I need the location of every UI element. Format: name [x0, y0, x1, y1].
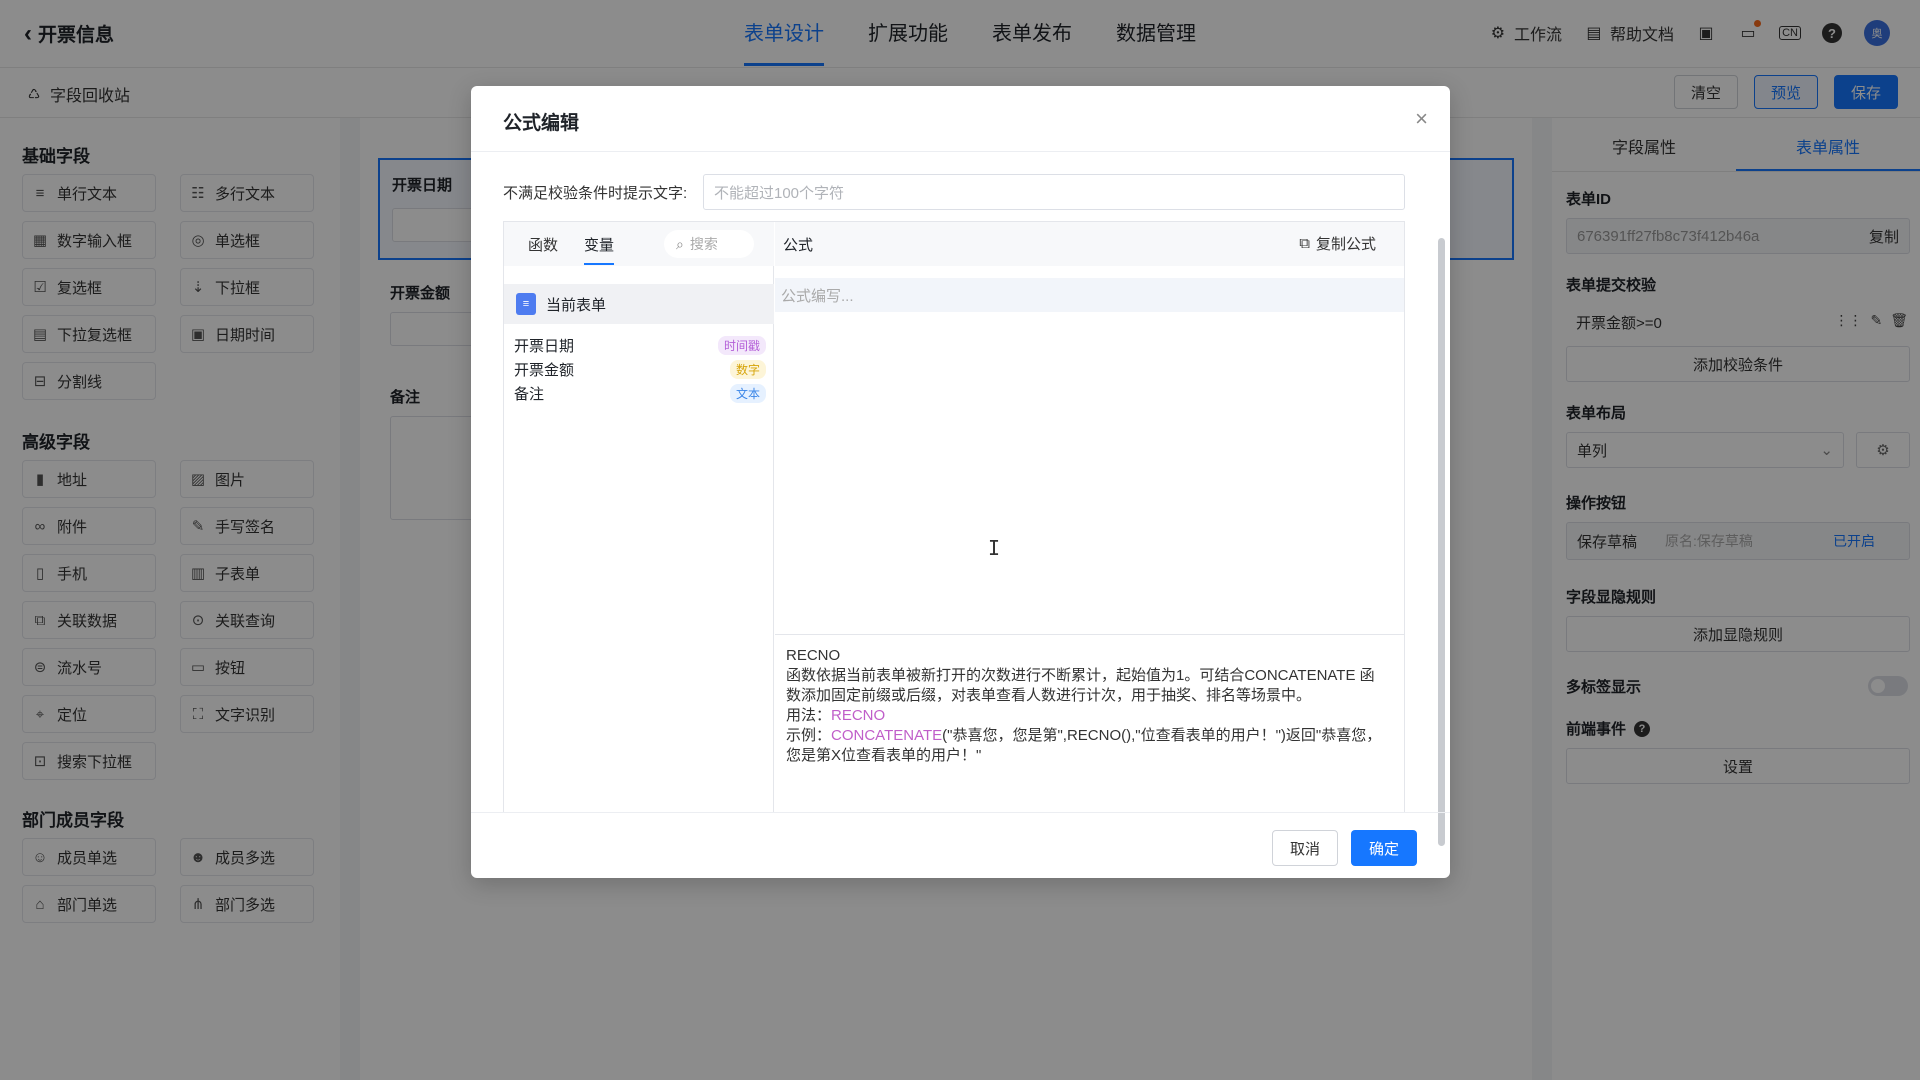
dialog-title: 公式编辑 — [503, 113, 580, 134]
doc-example: 示例：CONCATENATE("恭喜您，您是第",RECNO(),"位查看表单的… — [786, 726, 1386, 766]
confirm-button[interactable]: 确定 — [1351, 830, 1417, 866]
variable-item[interactable]: 开票金额 数字 — [514, 358, 766, 380]
variable-type-badge: 文本 — [729, 383, 766, 403]
hint-input[interactable]: 不能超过100个字符 — [703, 174, 1405, 210]
cancel-button[interactable]: 取消 — [1272, 830, 1338, 866]
search-placeholder: 搜索 — [689, 236, 718, 252]
current-form-label: 当前表单 — [546, 296, 607, 314]
divider — [775, 634, 1404, 635]
formula-title: 公式 — [783, 237, 814, 254]
usage-label: 用法： — [786, 707, 832, 724]
variable-name: 备注 — [514, 385, 545, 403]
copy-icon: ⧉ — [1299, 235, 1310, 252]
divider — [471, 812, 1450, 813]
copy-formula-button[interactable]: ⧉ 复制公式 — [1299, 233, 1376, 254]
hint-label: 不满足校验条件时提示文字: — [503, 185, 688, 202]
variable-name: 开票日期 — [514, 337, 575, 355]
formula-editor: 函数 变量 ⌕ 搜索 ≡ 当前表单 开票日期 时间戳开票金额 数字备注 文本 公式 ⧉… — [503, 221, 1405, 813]
tab-functions[interactable]: 函数 — [528, 234, 558, 255]
scrollbar[interactable] — [1438, 238, 1445, 846]
current-form-group[interactable]: ≡ 当前表单 — [504, 284, 774, 324]
variable-panel-header: 函数 变量 ⌕ 搜索 — [504, 222, 774, 266]
search-input[interactable]: ⌕ 搜索 — [664, 230, 754, 258]
usage-value: RECNO — [831, 707, 886, 724]
variable-panel: 函数 变量 ⌕ 搜索 ≡ 当前表单 开票日期 时间戳开票金额 数字备注 文本 — [504, 222, 774, 812]
formula-input[interactable]: 公式编写... — [775, 278, 1404, 312]
search-icon: ⌕ — [676, 235, 684, 252]
function-doc: RECNO 函数依据当前表单被新打开的次数进行不断累计，起始值为1。可结合CON… — [786, 646, 1386, 766]
example-function: CONCATENATE — [831, 727, 943, 744]
variable-name: 开票金额 — [514, 361, 575, 379]
variable-type-badge: 时间戳 — [717, 335, 766, 355]
tab-variables[interactable]: 变量 — [584, 234, 615, 265]
doc-usage: 用法：RECNO — [786, 706, 1386, 726]
formula-edit-dialog: 公式编辑 × 不满足校验条件时提示文字: 不能超过100个字符 函数 变量 ⌕ … — [471, 86, 1450, 878]
variable-item[interactable]: 备注 文本 — [514, 382, 766, 404]
divider — [471, 151, 1450, 152]
variable-item[interactable]: 开票日期 时间戳 — [514, 334, 766, 356]
formula-panel: 公式 ⧉ 复制公式 公式编写... RECNO 函数依据当前表单被新打开的次数进… — [775, 222, 1404, 812]
variable-type-badge: 数字 — [729, 359, 766, 379]
doc-description: 函数依据当前表单被新打开的次数进行不断累计，起始值为1。可结合CONCATENA… — [786, 667, 1375, 704]
copy-formula-label: 复制公式 — [1315, 236, 1376, 253]
document-icon: ≡ — [516, 293, 536, 315]
example-label: 示例： — [786, 727, 832, 744]
text-cursor-icon: I — [988, 536, 1001, 560]
formula-panel-header: 公式 ⧉ 复制公式 — [775, 222, 1404, 266]
close-icon[interactable]: × — [1415, 106, 1428, 132]
doc-function-name: RECNO — [786, 647, 841, 664]
